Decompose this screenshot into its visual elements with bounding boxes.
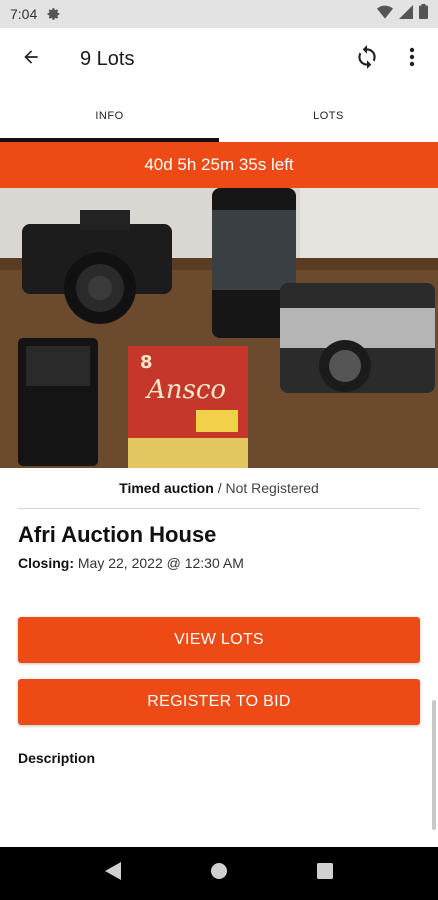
closing-label: Closing: (18, 555, 74, 571)
more-vert-icon (409, 47, 415, 72)
back-arrow-icon (21, 47, 41, 72)
registration-status: Not Registered (225, 480, 319, 496)
back-triangle-icon[interactable] (104, 862, 121, 885)
tab-lots[interactable]: LOTS (219, 90, 438, 142)
countdown-banner: 40d 5h 25m 35s left (0, 142, 438, 188)
closing-info: Closing: May 22, 2022 @ 12:30 AM (18, 555, 244, 571)
svg-text:8: 8 (140, 352, 153, 373)
gear-icon (47, 7, 61, 21)
auction-type: Timed auction (119, 480, 214, 496)
status-bar: 7:04 (0, 0, 438, 28)
back-button[interactable] (0, 28, 62, 90)
view-lots-button[interactable]: VIEW LOTS (18, 617, 420, 663)
closing-date: May 22, 2022 @ 12:30 AM (77, 555, 244, 571)
description-heading: Description (18, 750, 96, 766)
app-bar: 9 Lots (0, 28, 438, 90)
auction-meta: Timed auction / Not Registered (0, 480, 438, 496)
refresh-icon (354, 44, 380, 75)
cell-signal-icon (399, 4, 413, 24)
scrollbar[interactable] (432, 700, 436, 830)
more-options-button[interactable] (392, 28, 432, 90)
svg-text:Ansco: Ansco (145, 375, 226, 405)
auction-house-name: Afri Auction House (18, 522, 217, 547)
recents-square-icon[interactable] (317, 863, 334, 884)
refresh-button[interactable] (342, 28, 392, 90)
status-time: 7:04 (10, 6, 38, 22)
register-to-bid-button[interactable]: REGISTER TO BID (18, 679, 420, 725)
divider (18, 508, 420, 509)
meta-separator: / (217, 480, 222, 496)
battery-icon (419, 4, 428, 24)
system-nav-bar (0, 847, 438, 900)
page-title: 9 Lots (80, 47, 135, 70)
tab-info[interactable]: INFO (0, 90, 219, 142)
wifi-icon (377, 5, 393, 24)
auction-photo: Ansco 8 (0, 188, 438, 468)
home-circle-icon[interactable] (210, 862, 228, 885)
tab-bar: INFO LOTS (0, 90, 438, 142)
